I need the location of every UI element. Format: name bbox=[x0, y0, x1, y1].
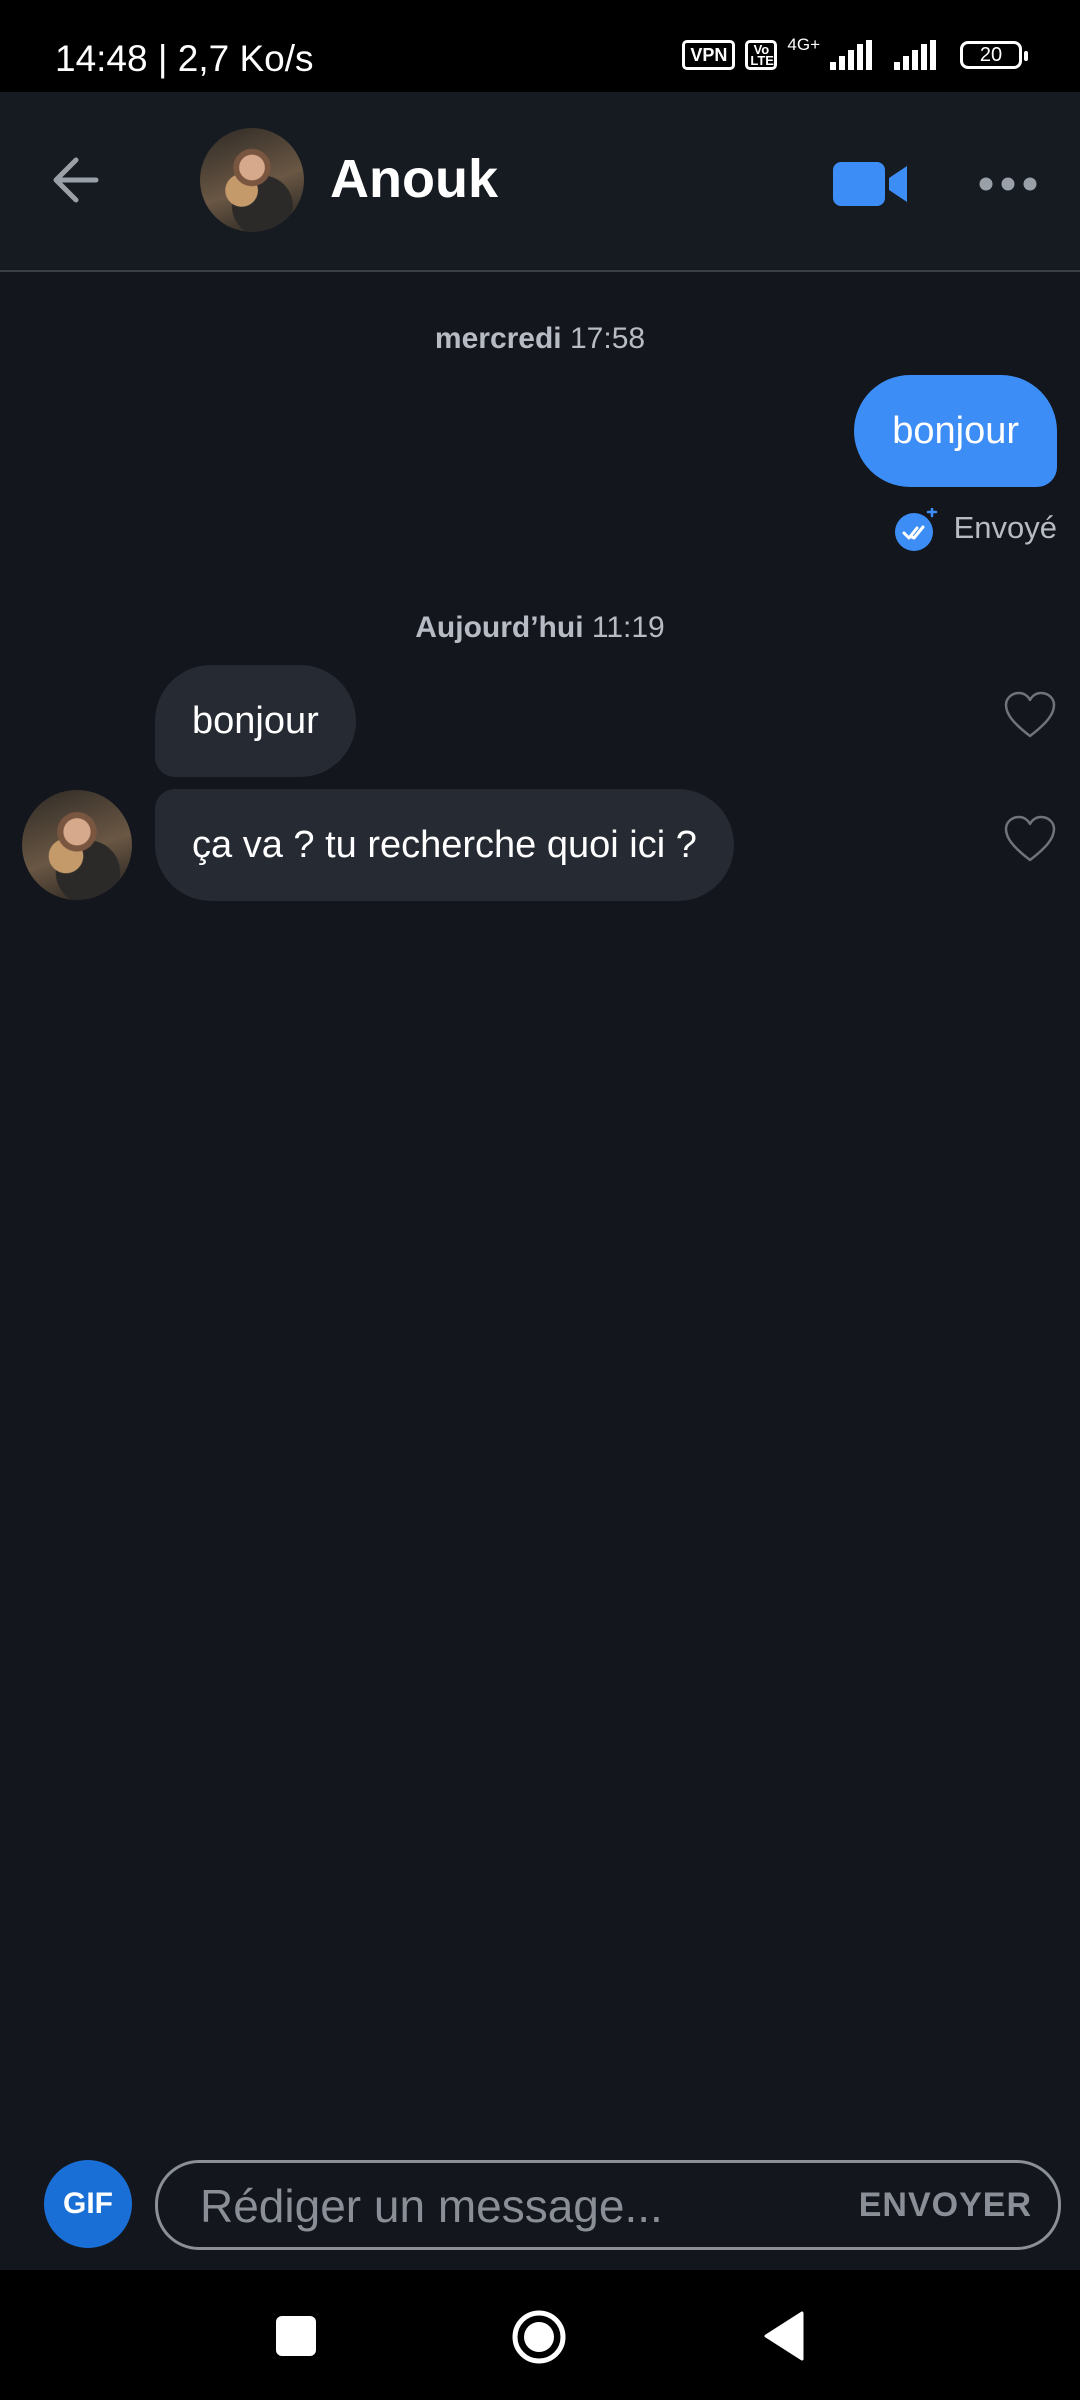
back-button[interactable] bbox=[50, 150, 106, 210]
chat-header: Anouk bbox=[0, 92, 1080, 272]
message-text: bonjour bbox=[192, 699, 319, 742]
status-time: 14:48 | 2,7 Ko/s bbox=[55, 38, 314, 79]
volte-icon: Vo LTE bbox=[745, 40, 778, 70]
heart-icon bbox=[1004, 691, 1056, 738]
video-call-button[interactable] bbox=[833, 160, 909, 208]
signal-icon-2 bbox=[894, 40, 936, 70]
date-separator-day: Aujourd’hui bbox=[415, 611, 584, 644]
message-status: Envoyé bbox=[894, 506, 1057, 551]
message-input[interactable] bbox=[198, 2163, 802, 2249]
incoming-message-bubble[interactable]: ça va ? tu recherche quoi ici ? bbox=[155, 789, 734, 901]
more-dots-icon bbox=[979, 177, 1037, 191]
sent-check-icon bbox=[894, 506, 937, 551]
sender-avatar[interactable] bbox=[22, 790, 132, 900]
send-button[interactable]: ENVOYER bbox=[859, 2163, 1032, 2247]
status-icons: VPN Vo LTE 4G+ 20 bbox=[682, 36, 1028, 70]
vpn-icon: VPN bbox=[682, 40, 736, 70]
message-text: ça va ? tu recherche quoi ici ? bbox=[192, 823, 697, 866]
video-camera-icon bbox=[833, 162, 907, 206]
home-circle-icon[interactable] bbox=[512, 2310, 566, 2364]
date-separator-day: mercredi bbox=[434, 322, 562, 355]
contact-avatar[interactable] bbox=[200, 128, 304, 232]
network-type: 4G+ bbox=[787, 35, 820, 54]
more-options-button[interactable] bbox=[978, 172, 1038, 196]
system-nav-bar bbox=[0, 2270, 1080, 2400]
gif-button[interactable]: GIF bbox=[44, 2160, 132, 2248]
battery-level: 20 bbox=[979, 43, 1003, 66]
date-separator-time: 11:19 bbox=[591, 611, 665, 644]
battery-icon: 20 bbox=[960, 41, 1028, 69]
signal-icon bbox=[830, 40, 872, 70]
arrow-left-icon bbox=[53, 157, 99, 203]
contact-name[interactable]: Anouk bbox=[330, 148, 498, 210]
like-button[interactable] bbox=[1003, 690, 1057, 740]
date-separator: mercredi 17:58 bbox=[0, 322, 1080, 356]
recents-square-icon[interactable] bbox=[276, 2316, 316, 2356]
like-button[interactable] bbox=[1003, 814, 1057, 864]
sent-status-label: Envoyé bbox=[953, 510, 1057, 545]
status-bar: 14:48 | 2,7 Ko/s VPN Vo LTE 4G+ 20 bbox=[0, 0, 1080, 92]
outgoing-message-bubble[interactable]: bonjour bbox=[854, 375, 1057, 487]
message-text: bonjour bbox=[892, 409, 1019, 452]
incoming-message-bubble[interactable]: bonjour bbox=[155, 665, 356, 777]
date-separator: Aujourd’hui 11:19 bbox=[0, 611, 1080, 645]
date-separator-time: 17:58 bbox=[570, 322, 646, 355]
message-composer: ENVOYER bbox=[155, 2160, 1061, 2250]
heart-icon bbox=[1004, 815, 1056, 862]
back-triangle-icon[interactable] bbox=[762, 2310, 804, 2362]
